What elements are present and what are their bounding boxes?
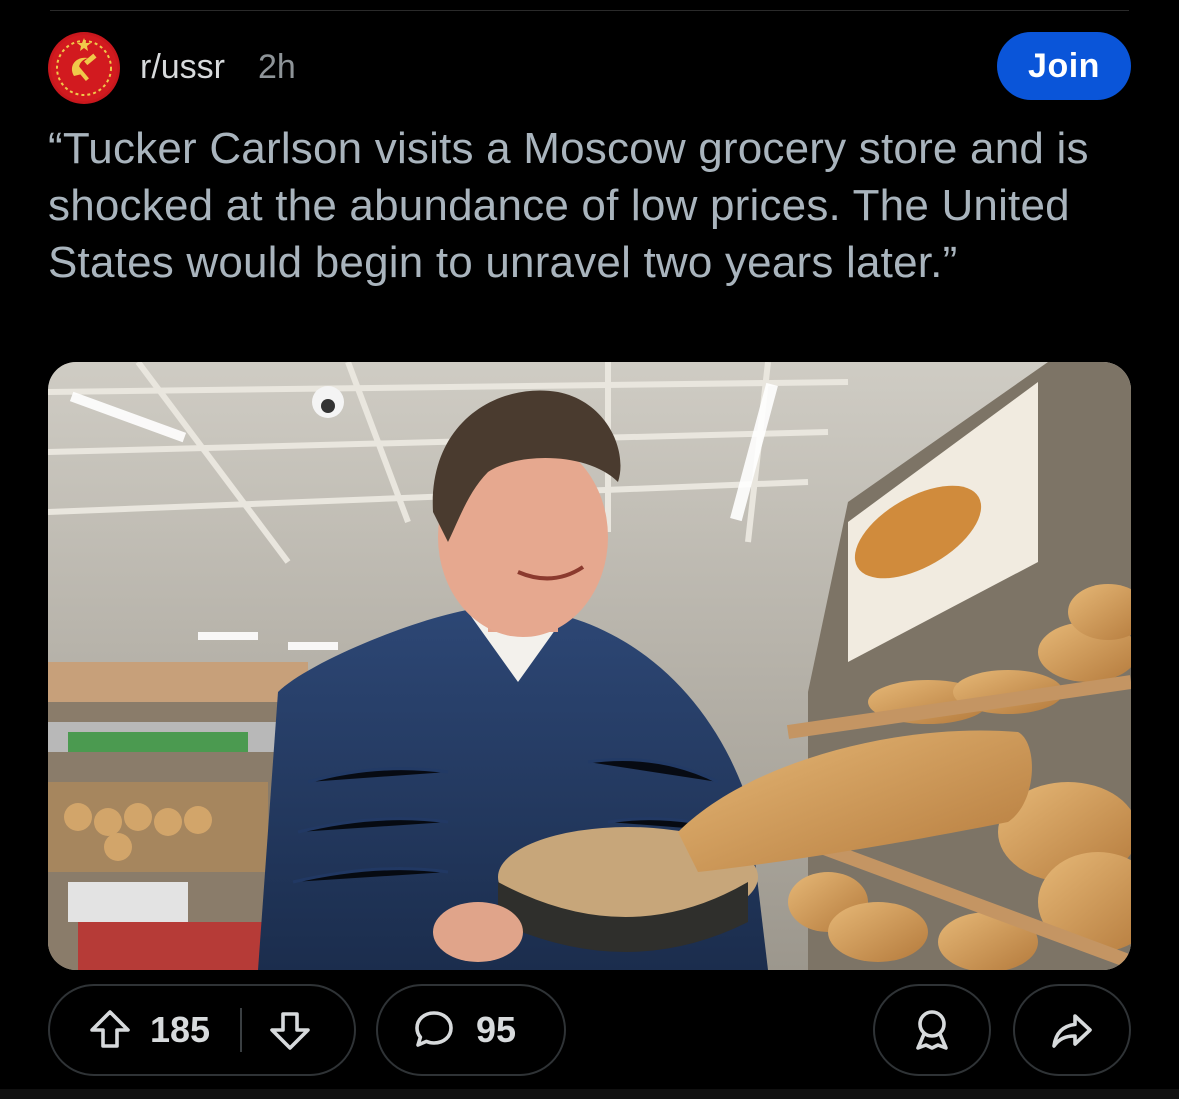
hammer-sickle-emblem-icon xyxy=(51,35,117,101)
post-header: r/ussr 2h Join xyxy=(48,32,1131,104)
share-button[interactable] xyxy=(1013,984,1131,1076)
subreddit-avatar[interactable] xyxy=(48,32,120,104)
grocery-store-photo xyxy=(48,362,1131,970)
top-divider xyxy=(50,10,1129,11)
post-age: 2h xyxy=(258,48,296,86)
post-actions: 185 95 xyxy=(48,984,1131,1078)
vote-divider xyxy=(240,1008,243,1052)
speech-bubble-icon xyxy=(410,1006,458,1054)
bottom-divider xyxy=(0,1089,1179,1099)
upvote-count: 185 xyxy=(150,1009,211,1050)
arrow-up-icon[interactable] xyxy=(86,1006,134,1054)
join-button[interactable]: Join xyxy=(997,32,1131,100)
post-title[interactable]: “Tucker Carlson visits a Moscow grocery … xyxy=(48,120,1138,291)
comments-button[interactable]: 95 xyxy=(376,984,566,1076)
award-ribbon-icon xyxy=(908,1006,956,1054)
comment-count: 95 xyxy=(476,1009,517,1050)
subreddit-name[interactable]: r/ussr xyxy=(140,48,225,87)
share-arrow-icon xyxy=(1048,1006,1096,1054)
award-button[interactable] xyxy=(873,984,991,1076)
vote-bar: 185 xyxy=(48,984,356,1076)
arrow-down-icon[interactable] xyxy=(266,1006,314,1054)
post-image[interactable] xyxy=(48,362,1131,970)
